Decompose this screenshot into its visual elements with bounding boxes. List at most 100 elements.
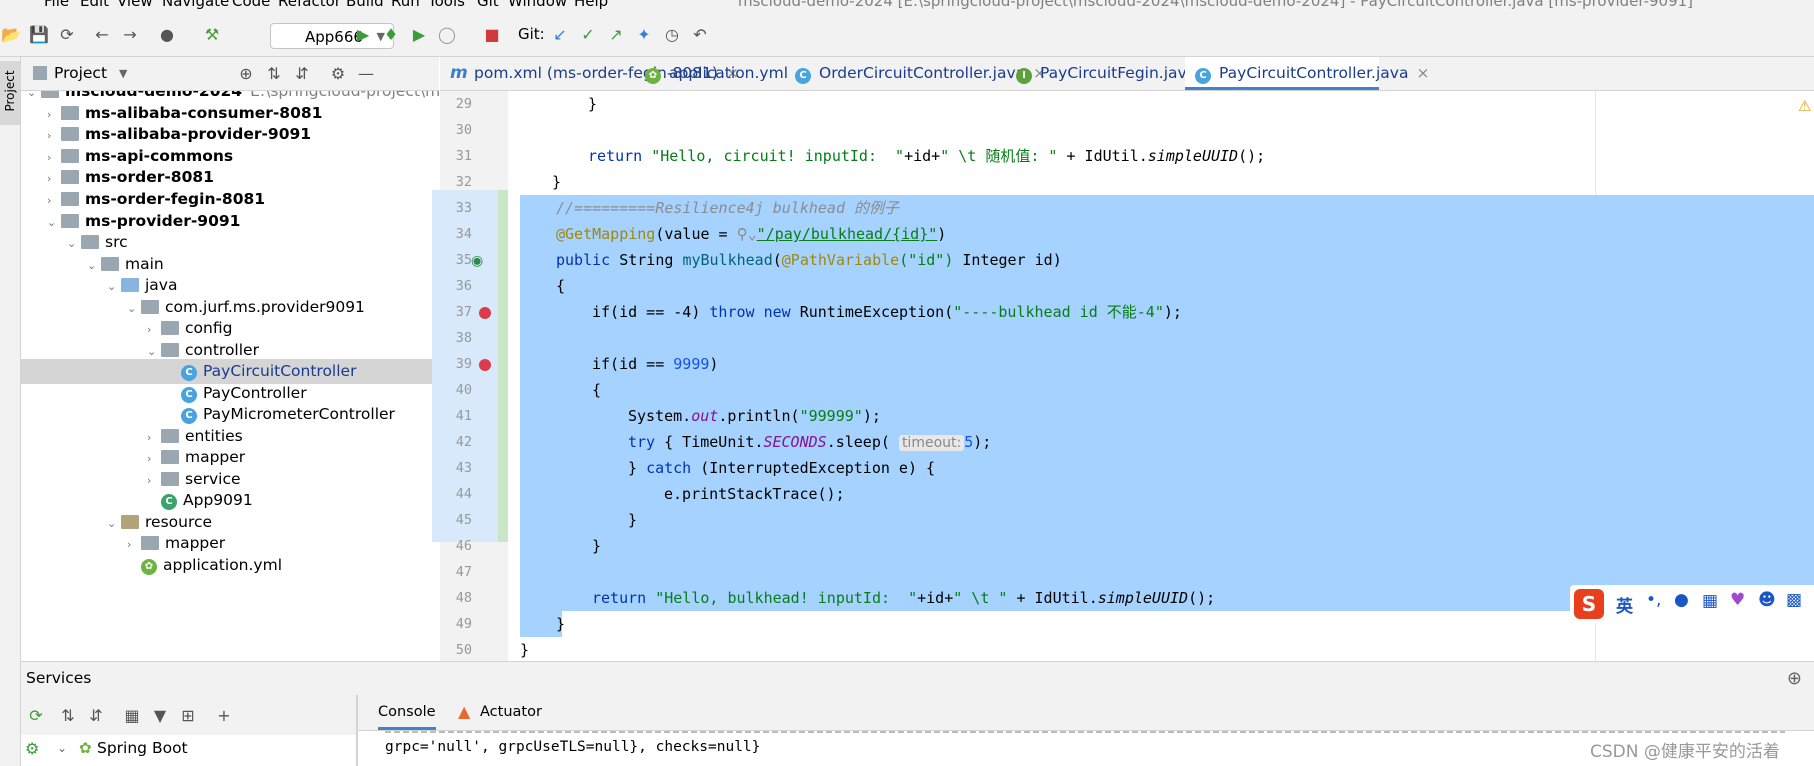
project-tool-button[interactable]: Project [0, 61, 20, 125]
collapse-all-icon[interactable]: ⇵ [291, 62, 313, 84]
package-icon [161, 450, 179, 464]
chevron-down-icon[interactable]: ⌄ [57, 741, 67, 755]
module-folder-icon [61, 106, 79, 120]
hide-icon[interactable]: — [355, 62, 377, 84]
rollback-icon[interactable]: ↶ [689, 23, 711, 45]
menu-file[interactable]: File [44, 0, 69, 10]
spring-mapping-icon[interactable]: ◉ [471, 253, 483, 269]
tab-console[interactable]: Console [378, 695, 436, 730]
punctuation-icon[interactable]: •, [1646, 590, 1661, 610]
sogou-logo-icon[interactable]: S [1574, 589, 1604, 619]
run-config-select[interactable]: App666 ▼ [270, 23, 394, 49]
code-line: { [592, 381, 602, 399]
menu-git[interactable]: Git [477, 0, 499, 10]
tab-pay-circuit-controller[interactable]: C PayCircuitController.java × [1185, 57, 1429, 90]
code-line: public String myBulkhead(@PathVariable("… [556, 251, 1062, 269]
menu-navigate[interactable]: Navigate [162, 0, 229, 10]
mascot-icon[interactable]: ☻ [1758, 590, 1776, 610]
git-commit-icon[interactable]: ✓ [577, 23, 599, 45]
module-folder-icon [61, 192, 79, 206]
menu-view[interactable]: View [117, 0, 153, 10]
line-number: 48 [455, 590, 472, 606]
microphone-icon[interactable]: ● [1674, 590, 1689, 610]
spring-boot-node[interactable]: Spring Boot [97, 739, 188, 757]
menu-help[interactable]: Help [574, 0, 608, 10]
folder-icon [101, 257, 119, 271]
run-icon[interactable]: ▶ [352, 23, 374, 45]
chevron-down-icon[interactable]: ▼ [119, 57, 127, 90]
menu-tools[interactable]: Tools [428, 0, 465, 10]
project-tree: ⌄ mscloud-demo-2024 E:\springcloud-project… [21, 91, 439, 661]
line-number: 43 [455, 460, 472, 476]
project-panel-title[interactable]: Project [54, 57, 107, 90]
code-line: @GetMapping(value = ⚲⌄"/pay/bulkhead/{id… [556, 225, 947, 243]
menu-edit[interactable]: Edit [80, 0, 109, 10]
yaml-leaf-icon: ✿ [645, 68, 661, 84]
main-toolbar: 📂 💾 ⟳ ← → ● ⚒ App666 ▼ ▶ ♦ ▶ ◯ ■ Git: ↙ … [0, 12, 1814, 57]
menu-code[interactable]: Code [232, 0, 270, 10]
stop-icon[interactable]: ■ [481, 23, 503, 45]
debug-icon[interactable]: ♦ [380, 23, 402, 45]
package-icon [161, 343, 179, 357]
open-folder-icon[interactable]: 📂 [0, 23, 22, 45]
code-line: if(id == -4) throw new RuntimeException(… [592, 303, 1182, 321]
locate-icon[interactable]: ⊕ [235, 62, 257, 84]
code-line: //=========Resilience4j bulkhead 的例子 [556, 199, 900, 217]
expand-all-icon[interactable]: ⇅ [57, 704, 79, 726]
package-icon [161, 472, 179, 486]
services-tree: ⚙ ⌄ ✿ Spring Boot [21, 735, 356, 766]
gear-icon[interactable]: ⚙ [327, 62, 349, 84]
ime-toolbar[interactable]: S 英 •, ● ▦ ♥ ☻ ▩ [1570, 585, 1814, 623]
coverage-icon[interactable]: ▶ [408, 23, 430, 45]
keyboard-icon[interactable]: ▦ [1702, 591, 1718, 611]
tab-actuator[interactable]: Actuator [480, 695, 542, 730]
services-panel-header: Services ⊕ [21, 661, 1814, 695]
collapse-all-icon[interactable]: ⇵ [85, 704, 107, 726]
code-line: e.printStackTrace(); [664, 485, 845, 503]
git-push-icon[interactable]: ↗ [605, 23, 627, 45]
filter-icon[interactable]: ▼ [149, 704, 171, 726]
code-line: } [552, 173, 562, 191]
menu-window[interactable]: Window [508, 0, 567, 10]
sync-icon[interactable]: ⟳ [56, 23, 78, 45]
settings-icon[interactable]: ⊕ [1787, 662, 1802, 695]
git-merge-icon[interactable]: ✦ [633, 23, 655, 45]
folder-icon [141, 536, 159, 550]
skin-icon[interactable]: ♥ [1730, 590, 1745, 610]
refresh-icon[interactable]: ⟳ [25, 704, 47, 726]
run-dashboard-icon[interactable]: ⚙ [25, 739, 39, 758]
profile-icon[interactable]: ◯ [436, 23, 458, 45]
back-icon[interactable]: ← [91, 23, 113, 45]
code-line: } [592, 537, 602, 555]
ime-language-toggle[interactable]: 英 [1616, 592, 1633, 617]
expand-all-icon[interactable]: ⇅ [263, 62, 285, 84]
project-view-icon [33, 66, 47, 80]
services-title[interactable]: Services [26, 662, 91, 695]
tab-order-circuit-controller[interactable]: C OrderCircuitController.java × [795, 57, 1046, 90]
tree-item-file[interactable]: ✿ application.yml [21, 553, 439, 578]
line-number: 44 [455, 486, 472, 502]
breakpoint-icon[interactable] [479, 307, 491, 319]
git-update-icon[interactable]: ↙ [549, 23, 571, 45]
user-icon[interactable]: ● [156, 23, 178, 45]
close-icon[interactable]: × [1416, 64, 1429, 82]
tab-application-yml[interactable]: ✿application.yml× [645, 57, 809, 90]
breakpoint-icon[interactable] [479, 359, 491, 371]
menu-run[interactable]: Run [391, 0, 420, 10]
module-folder-icon [61, 127, 79, 141]
folder-icon [81, 235, 99, 249]
group-icon[interactable]: ▦ [121, 704, 143, 726]
menu-build[interactable]: Build [346, 0, 384, 10]
save-icon[interactable]: 💾 [28, 23, 50, 45]
warning-icon[interactable]: ⚠ [1798, 97, 1811, 115]
build-hammer-icon[interactable]: ⚒ [201, 23, 223, 45]
code-line: } catch (InterruptedException e) { [628, 459, 936, 477]
history-icon[interactable]: ◷ [661, 23, 683, 45]
menu-refactor[interactable]: Refactor [278, 0, 341, 10]
new-tab-icon[interactable]: ⊞ [177, 704, 199, 726]
menu-grid-icon[interactable]: ▩ [1786, 590, 1802, 610]
line-number: 35 [455, 252, 472, 268]
add-icon[interactable]: + [213, 704, 235, 726]
forward-icon[interactable]: → [119, 23, 141, 45]
code-editor[interactable]: } return "Hello, circuit! inputId: "+id+… [508, 91, 1814, 661]
